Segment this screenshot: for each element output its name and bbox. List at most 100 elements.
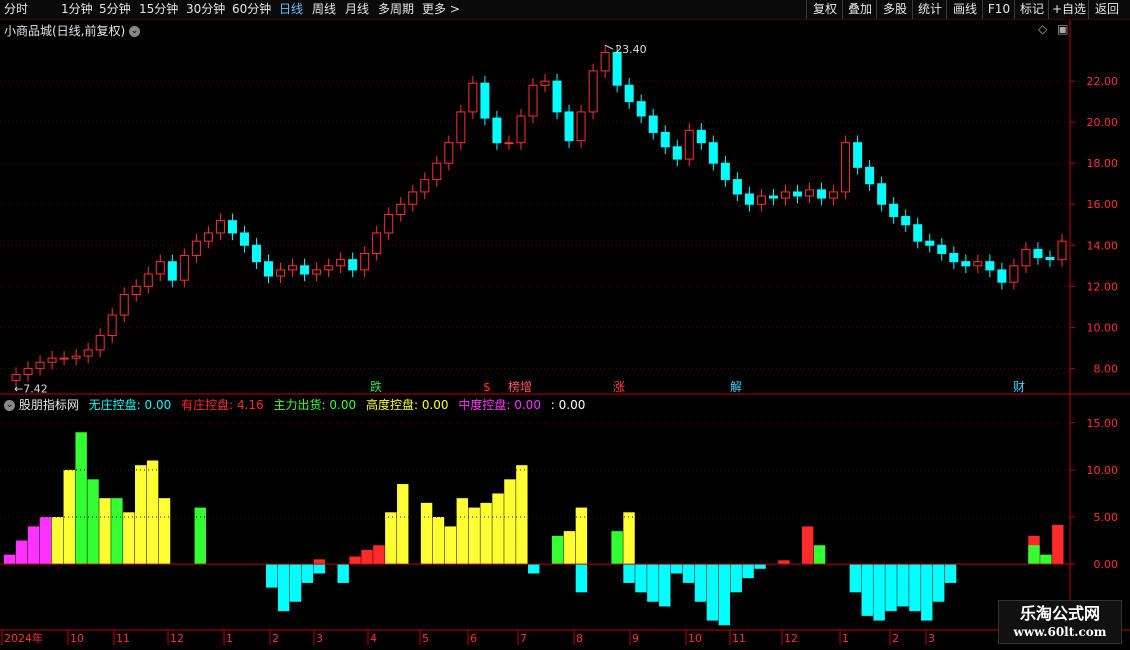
candle-body: [276, 269, 286, 277]
time-tick-label: 2024年: [4, 631, 43, 645]
candle-body: [708, 142, 718, 164]
indicator-bar: [111, 498, 123, 565]
candle-body: [540, 80, 550, 86]
indicator-bar: [51, 517, 64, 565]
price-tick-label: 12.00: [1087, 280, 1119, 293]
indicator-bar: [909, 564, 921, 612]
high-pointer: [604, 44, 614, 50]
chevron-down-icon[interactable]: ⌄: [4, 400, 15, 411]
candle-body: [528, 84, 538, 117]
price-tick-label: 10.00: [1087, 321, 1119, 334]
indicator-bar: [1028, 545, 1040, 565]
indicator-bar: [361, 549, 373, 565]
candle-body: [420, 179, 430, 193]
candle-body: [71, 355, 81, 359]
indicator-bar: [575, 564, 588, 593]
candle-body: [119, 294, 129, 316]
candle-body: [131, 285, 141, 296]
time-tick-label: 11: [732, 632, 746, 645]
legend-item: 无庄控盘: 0.00: [88, 398, 172, 412]
candle-body: [744, 193, 754, 205]
indicator-bar: [504, 479, 516, 565]
price-extreme-labels: 23.40 ←7.42: [14, 43, 647, 395]
indicator-bar: [337, 564, 349, 583]
indicator-bar: [635, 564, 647, 593]
candle-body: [756, 195, 766, 205]
candle-body: [384, 214, 394, 234]
indicator-bar: [742, 564, 754, 579]
candle-body: [696, 129, 706, 144]
candle-body: [47, 357, 57, 363]
indicator-bar: [801, 526, 814, 565]
price-tick-label: 8.00: [1094, 362, 1119, 375]
indicator-bar: [313, 564, 326, 574]
candle-body: [203, 232, 213, 242]
watermark-title: 乐淘公式网: [1019, 604, 1100, 623]
candle-body: [973, 261, 983, 267]
indicator-tick-label: 10.00: [1087, 464, 1119, 477]
candle-body: [83, 349, 93, 357]
time-tick-label: 3: [316, 632, 323, 645]
indicator-bar: [15, 540, 28, 565]
legend-item: 主力出货: 0.00: [273, 398, 357, 412]
indicator-bar: [456, 498, 468, 565]
candle-body: [492, 117, 502, 144]
candle-body: [336, 259, 346, 267]
candlestick-series: [11, 45, 1067, 388]
time-tick-label: 1: [226, 632, 233, 645]
indicator-bar: [420, 502, 433, 565]
indicator-bar: [277, 564, 290, 612]
indicator-bar: [813, 545, 826, 565]
indicator-bar: [99, 498, 111, 565]
indicator-bar: [778, 560, 790, 565]
indicator-tick-label: 15.00: [1087, 417, 1119, 430]
candle-body: [456, 111, 466, 144]
legend-item: 高度控盘: 0.00: [365, 398, 449, 412]
indicator-bar: [730, 564, 742, 593]
chevron-down-icon[interactable]: ⌄: [129, 26, 141, 37]
indicator-bar: [397, 484, 409, 565]
indicator-bar: [4, 554, 16, 565]
indicator-bar: [480, 502, 492, 565]
candle-body: [612, 51, 622, 86]
candle-body: [516, 115, 526, 144]
candle-body: [444, 142, 454, 164]
candle-body: [576, 111, 586, 142]
price-tick-label: 20.00: [1087, 116, 1119, 129]
event-marker: 涨: [613, 379, 625, 394]
candle-body: [817, 189, 827, 199]
time-axis: 2024年 10 11 12 1 2 3 4 5 6 7 8 9 10 11 12 1 2 3: [1, 630, 935, 645]
event-markers: 跌 $ 榜增 涨 解 财: [370, 379, 1025, 394]
indicator-tick-label: 0.00: [1094, 558, 1119, 571]
indicator-bar: [861, 564, 873, 616]
legend-item: 有庄控盘: 4.16: [181, 398, 264, 412]
candle-body: [239, 232, 249, 246]
candle-body: [985, 261, 995, 271]
candle-body: [1033, 248, 1043, 259]
candle-body: [264, 261, 273, 277]
indicator-bar: [897, 564, 909, 607]
diamond-icon[interactable]: ◇: [1038, 22, 1047, 36]
time-tick-label: 9: [632, 632, 639, 645]
candle-body: [251, 244, 261, 263]
candle-body: [829, 191, 839, 199]
maximize-icon[interactable]: ▣: [1057, 22, 1068, 36]
watermark-logo: 乐淘公式网 www.60lt.com: [998, 600, 1122, 644]
indicator-bar: [516, 465, 528, 565]
indicator-bar: [611, 531, 623, 565]
indicator-bar: [468, 507, 480, 565]
time-tick-label: 3: [928, 632, 935, 645]
indicator-bar: [706, 564, 719, 621]
indicator-bar: [123, 512, 135, 565]
candle-body: [672, 146, 682, 160]
indicator-bar: [135, 465, 147, 565]
candle-body: [552, 80, 562, 113]
candle-body: [600, 51, 610, 72]
candle-body: [564, 111, 574, 142]
indicator-bar: [528, 564, 540, 574]
candle-body: [1021, 248, 1031, 267]
price-tick-label: 18.00: [1087, 157, 1119, 170]
main-panel-title: 小商品城(日线,前复权) ⌄: [4, 22, 141, 39]
candle-body: [732, 179, 742, 195]
candle-body: [1045, 257, 1055, 261]
